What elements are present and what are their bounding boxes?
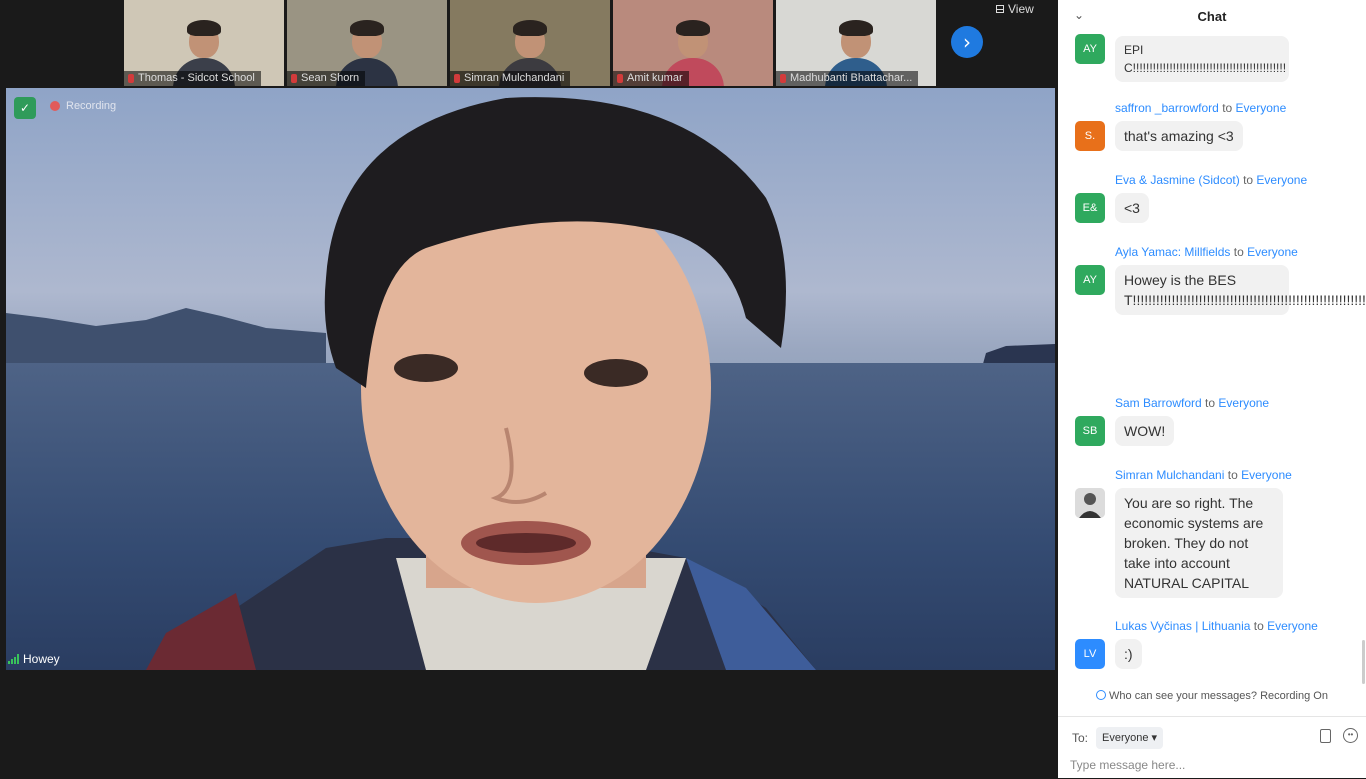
sender-name: saffron _barrowford <box>1115 101 1219 115</box>
people-icon <box>1096 690 1107 700</box>
message-sender: saffron _barrowford to Everyone <box>1115 101 1286 115</box>
participant-name-tag: Amit kumar <box>613 71 689 86</box>
view-button[interactable]: View <box>996 2 1034 16</box>
recipient-name: Everyone <box>1218 396 1270 410</box>
participant-tile[interactable]: Madhubanti Bhattachar... <box>776 0 938 86</box>
to-word: to <box>1222 101 1233 115</box>
chat-visibility-notice[interactable]: Who can see your messages? Recording On <box>1058 690 1366 702</box>
participant-tile[interactable]: Thomas - Sidcot School <box>124 0 286 86</box>
participant-name: Amit kumar <box>627 72 683 84</box>
sender-name: Ayla Yamac: Millfields <box>1115 245 1231 259</box>
to-word: to <box>1253 619 1264 633</box>
muted-mic-icon <box>780 74 786 83</box>
participant-tile[interactable]: Simran Mulchandani <box>450 0 612 86</box>
muted-mic-icon <box>291 74 297 83</box>
recipient-name: Everyone <box>1241 468 1292 482</box>
muted-mic-icon <box>454 74 460 83</box>
message-input[interactable] <box>1070 755 1350 775</box>
active-speaker-video <box>6 88 1055 670</box>
chat-scrollbar[interactable] <box>1362 640 1365 684</box>
recipient-select[interactable]: Everyone ▾ <box>1096 727 1164 749</box>
participant-name: Sean Shorn <box>301 72 360 84</box>
to-word: to <box>1227 468 1238 482</box>
notice-text: Who can see your messages? Recording On <box>1109 690 1328 702</box>
emoji-icon[interactable]: •• <box>1343 728 1358 743</box>
avatar-photo-image <box>1075 488 1105 518</box>
participant-name-tag: Simran Mulchandani <box>450 71 571 86</box>
message-text: WOW! <box>1115 416 1175 446</box>
avatar: SB <box>1075 416 1105 446</box>
to-word: to <box>1205 396 1216 410</box>
chevron-right-icon: › <box>963 30 971 54</box>
next-participants-button[interactable]: › <box>951 26 983 58</box>
participant-name: Thomas - Sidcot School <box>138 72 255 84</box>
muted-mic-icon <box>617 74 623 83</box>
speaker-name-tag: Howey <box>8 652 60 666</box>
to-word: to <box>1233 245 1244 259</box>
avatar: AY <box>1075 34 1105 64</box>
participant-name: Simran Mulchandani <box>464 72 565 84</box>
recipient-name: Everyone <box>1235 101 1287 115</box>
message-sender: Sam Barrowford to Everyone <box>1115 396 1269 410</box>
security-shield-icon[interactable]: ✓ <box>14 97 36 119</box>
chat-panel: ⌄ Chat AY EPIC!!!!!!!!!!!!!!!!!!!!!!!!!!… <box>1058 0 1366 778</box>
recording-indicator: Recording <box>50 100 116 112</box>
chevron-down-icon: ▾ <box>1151 731 1158 744</box>
chat-message-list[interactable]: AY EPIC!!!!!!!!!!!!!!!!!!!!!!!!!!!!!!!!!… <box>1058 32 1366 684</box>
chat-title: Chat <box>1197 9 1227 24</box>
message-text: :) <box>1115 639 1142 669</box>
sender-name: Sam Barrowford <box>1115 396 1202 410</box>
speaker-name: Howey <box>23 652 60 666</box>
participant-name: Madhubanti Bhattachar... <box>790 72 913 84</box>
avatar: AY <box>1075 265 1105 295</box>
sender-name: Eva & Jasmine (Sidcot) <box>1115 173 1240 187</box>
signal-bars-icon <box>8 654 19 664</box>
message-text: <3 <box>1115 193 1149 223</box>
recipient-name: Everyone <box>1247 245 1298 259</box>
file-icon[interactable] <box>1320 729 1331 743</box>
avatar: S. <box>1075 121 1105 151</box>
muted-mic-icon <box>128 74 134 83</box>
recipient-name: Everyone <box>1267 619 1318 633</box>
message-sender: Lukas Vyčinas | Lithuania to Everyone <box>1115 619 1318 633</box>
avatar: E& <box>1075 193 1105 223</box>
recipient-select-value: Everyone <box>1102 732 1149 744</box>
avatar-photo <box>1075 488 1105 518</box>
speaker-figure <box>146 97 816 670</box>
recording-dot-icon <box>50 101 60 111</box>
to-label: To: <box>1072 731 1089 745</box>
participant-tile[interactable]: Amit kumar <box>613 0 775 86</box>
message-text: Howey is the BEST!!!!!!!!!!!!!!!!!!!!!!!… <box>1115 265 1366 315</box>
participant-name-tag: Thomas - Sidcot School <box>124 71 261 86</box>
chat-compose: To: Everyone ▾ •• <box>1058 716 1366 779</box>
participant-tile[interactable]: Sean Shorn <box>287 0 449 86</box>
recipient-name: Everyone <box>1256 173 1308 187</box>
participant-name-tag: Madhubanti Bhattachar... <box>776 71 919 86</box>
recording-label: Recording <box>66 100 117 112</box>
grid-view-icon <box>996 5 1004 13</box>
sender-name: Lukas Vyčinas | Lithuania <box>1115 619 1251 633</box>
participant-name-tag: Sean Shorn <box>287 71 366 86</box>
message-sender: Simran Mulchandani to Everyone <box>1115 468 1292 482</box>
video-area: Thomas - Sidcot School Sean Shorn Simran… <box>0 0 1058 778</box>
message-text: EPIC!!!!!!!!!!!!!!!!!!!!!!!!!!!!!!!!!!!!… <box>1115 36 1289 82</box>
avatar: LV <box>1075 639 1105 669</box>
sender-name: Simran Mulchandani <box>1115 468 1225 482</box>
message-sender: Ayla Yamac: Millfields to Everyone <box>1115 245 1298 259</box>
message-text: You are so right. The economic systems a… <box>1115 488 1283 598</box>
message-sender: Eva & Jasmine (Sidcot) to Everyone <box>1115 173 1307 187</box>
chat-header: ⌄ Chat <box>1058 0 1366 32</box>
message-text: that's amazing <3 <box>1115 121 1243 151</box>
view-button-label: View <box>1008 2 1034 16</box>
participant-strip: Thomas - Sidcot School Sean Shorn Simran… <box>0 0 1058 88</box>
to-word: to <box>1243 173 1254 187</box>
